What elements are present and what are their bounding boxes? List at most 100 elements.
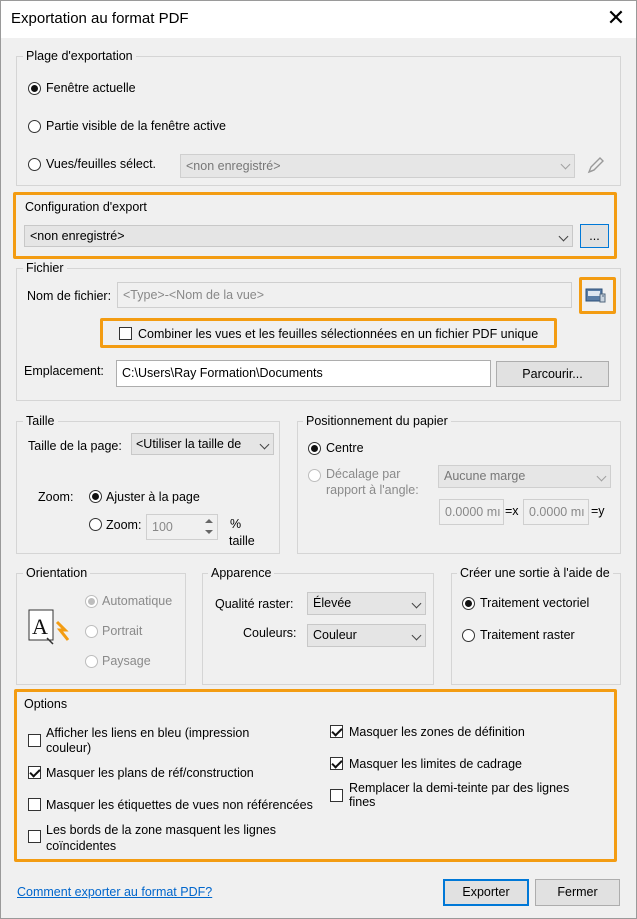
output-legend: Créer une sortie à l'aide de [457, 566, 613, 580]
hide-scope-boxes-label: Masquer les zones de définition [349, 725, 525, 739]
links-blue-label-1: Afficher les liens en bleu (impression [46, 726, 250, 740]
chevron-down-icon [411, 630, 422, 641]
help-link[interactable]: Comment exporter au format PDF? [17, 885, 212, 899]
size-legend: Taille [23, 414, 58, 428]
chevron-down-icon [259, 439, 270, 450]
export-config-more-button[interactable]: ... [580, 224, 609, 248]
colors-dropdown[interactable]: Couleur [307, 624, 426, 647]
radio-orientation-portrait-label: Portrait [102, 624, 143, 638]
zoom-size-word: taille [229, 534, 255, 548]
file-browse-button[interactable] [583, 282, 609, 308]
radio-orientation-auto[interactable] [85, 595, 98, 608]
location-browse-button[interactable]: Parcourir... [496, 361, 609, 387]
export-button[interactable]: Exporter [443, 879, 529, 906]
links-blue-label-2: couleur) [46, 741, 92, 755]
svg-text:A: A [32, 614, 48, 639]
chevron-down-icon [558, 231, 569, 242]
hide-ref-planes-label: Masquer les plans de réf/construction [46, 766, 254, 780]
radio-raster-processing[interactable] [462, 629, 475, 642]
halftone-label-2: fines [349, 795, 376, 806]
radio-vector-processing[interactable] [462, 597, 475, 610]
chevron-down-icon [560, 159, 571, 170]
radio-orientation-portrait[interactable] [85, 625, 98, 638]
zoom-label: Zoom: [38, 490, 74, 504]
radio-offset-label-1: Décalage par [326, 467, 401, 481]
radio-zoom-label: Zoom: [106, 518, 142, 532]
hide-ref-planes-checkbox[interactable] [28, 766, 41, 779]
offset-y-unit: =y [591, 504, 605, 518]
location-field[interactable]: C:\Users\Ray Formation\Documents [116, 360, 491, 387]
hide-scope-boxes-checkbox[interactable] [330, 725, 343, 738]
radio-orientation-landscape[interactable] [85, 655, 98, 668]
radio-center-label: Centre [326, 441, 364, 455]
page-size-value: <Utiliser la taille de [136, 437, 242, 451]
radio-selected-views[interactable] [28, 158, 41, 171]
zoom-percent: % [230, 517, 242, 531]
spinner-up-icon [205, 519, 213, 523]
links-blue-checkbox[interactable] [28, 734, 41, 747]
region-edges-label-1: Les bords de la zone masquent les lignes [46, 823, 277, 837]
orientation-legend: Orientation [23, 566, 91, 580]
page-size-dropdown[interactable]: <Utiliser la taille de [131, 433, 274, 455]
hide-crop-bounds-label: Masquer les limites de cadrage [349, 757, 522, 771]
export-range-legend: Plage d'exportation [23, 49, 136, 63]
margin-dropdown[interactable]: Aucune marge [438, 465, 611, 488]
appearance-legend: Apparence [208, 566, 275, 580]
offset-y-field[interactable]: 0.0000 mı [523, 499, 589, 525]
radio-current-window[interactable] [28, 82, 41, 95]
offset-x-field[interactable]: 0.0000 mı [439, 499, 504, 525]
raster-quality-label: Qualité raster: [215, 597, 294, 611]
halftone-label-clip: Remplacer la demi-teinte par des lignes … [349, 781, 609, 806]
hide-unref-tags-label: Masquer les étiquettes de vues non référ… [46, 798, 313, 812]
folder-browse-icon [585, 288, 606, 303]
file-name-label: Nom de fichier: [27, 289, 112, 303]
radio-current-window-label: Fenêtre actuelle [46, 81, 136, 95]
region-edges-label-2: coïncidentes [46, 839, 117, 853]
selection-dropdown-value: <non enregistré> [186, 159, 281, 173]
combine-checkbox[interactable] [119, 327, 132, 340]
raster-quality-dropdown[interactable]: Élevée [307, 592, 426, 615]
offset-x-unit: =x [505, 504, 519, 518]
export-config-dropdown[interactable]: <non enregistré> [24, 225, 573, 247]
file-legend: Fichier [23, 261, 67, 275]
spinner-down-icon [205, 530, 213, 534]
radio-vector-processing-label: Traitement vectoriel [480, 596, 590, 610]
margin-value: Aucune marge [444, 469, 526, 483]
chevron-down-icon [596, 471, 607, 482]
radio-visible-part-label: Partie visible de la fenêtre active [46, 119, 226, 133]
raster-quality-value: Élevée [313, 596, 352, 610]
location-label: Emplacement: [24, 364, 104, 378]
pencil-icon[interactable] [585, 154, 607, 176]
halftone-label-1: Remplacer la demi-teinte par des lignes [349, 781, 570, 795]
region-edges-checkbox[interactable] [28, 830, 41, 843]
radio-raster-processing-label: Traitement raster [480, 628, 575, 642]
radio-orientation-auto-label: Automatique [102, 594, 173, 608]
zoom-spinner[interactable] [200, 515, 217, 539]
hide-crop-bounds-checkbox[interactable] [330, 757, 343, 770]
radio-offset-label-2: rapport à l'angle: [326, 483, 419, 497]
radio-fit-page[interactable] [89, 490, 102, 503]
page-size-label: Taille de la page: [28, 439, 122, 453]
text-orientation-icon: A [28, 609, 70, 645]
close-button[interactable]: Fermer [535, 879, 620, 906]
radio-offset[interactable] [308, 469, 321, 482]
selection-dropdown[interactable]: <non enregistré> [180, 154, 575, 178]
radio-selected-views-label: Vues/feuilles sélect. [46, 157, 157, 171]
radio-orientation-landscape-label: Paysage [102, 654, 151, 668]
close-icon[interactable]: ✕ [604, 6, 628, 30]
export-config-value: <non enregistré> [30, 229, 125, 243]
radio-center[interactable] [308, 442, 321, 455]
radio-visible-part[interactable] [28, 120, 41, 133]
hide-unref-tags-checkbox[interactable] [28, 798, 41, 811]
radio-fit-page-label: Ajuster à la page [106, 490, 200, 504]
options-legend: Options [24, 697, 68, 711]
file-name-field[interactable]: <Type>-<Nom de la vue> [117, 282, 572, 308]
colors-value: Couleur [313, 628, 357, 642]
export-config-legend: Configuration d'export [25, 200, 147, 214]
chevron-down-icon [411, 598, 422, 609]
window-title: Exportation au format PDF [11, 10, 189, 27]
colors-label: Couleurs: [243, 626, 297, 640]
combine-label: Combiner les vues et les feuilles sélect… [138, 327, 539, 341]
radio-zoom[interactable] [89, 518, 102, 531]
halftone-checkbox[interactable] [330, 789, 343, 802]
